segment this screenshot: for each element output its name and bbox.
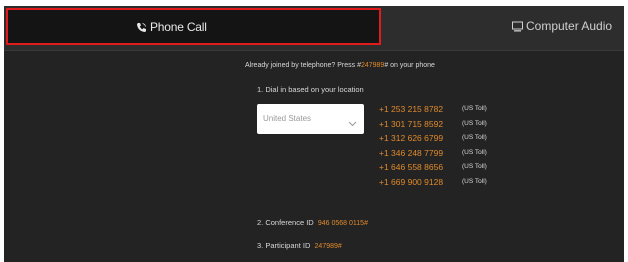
country-select[interactable]: United States <box>257 104 364 134</box>
toll-label: (US Toll) <box>462 105 487 112</box>
toll-label: (US Toll) <box>462 177 487 185</box>
phone-number[interactable]: +1 253 215 8782 <box>379 104 443 114</box>
phone-number[interactable]: +1 669 900 9128 <box>379 177 443 187</box>
toll-label: (US Toll) <box>462 163 487 170</box>
tab-phone-call[interactable]: Phone Call <box>6 8 381 45</box>
chevron-down-icon <box>348 114 357 132</box>
phone-icon <box>136 20 147 38</box>
phone-number-row: +1 301 715 8592 (US Toll) <box>379 119 529 134</box>
toll-label: (US Toll) <box>462 134 487 141</box>
phone-number-row: +1 669 900 9128 (US Toll) <box>379 177 529 192</box>
phone-number[interactable]: +1 646 558 8656 <box>379 162 443 172</box>
country-select-value: United States <box>263 114 312 123</box>
phone-number[interactable]: +1 312 626 6799 <box>379 133 443 143</box>
tab-computer-audio-label: Computer Audio <box>526 19 613 33</box>
step2-conference-id: 2. Conference ID 946 0568 0115# <box>257 218 368 227</box>
tab-divider <box>4 50 624 51</box>
phone-number-row: +1 646 558 8656 (US Toll) <box>379 162 529 177</box>
step2-label: 2. Conference ID <box>257 218 314 227</box>
phone-number-row: +1 253 215 8782 (US Toll) <box>379 104 529 119</box>
step1-label: 1. Dial in based on your location <box>257 85 364 94</box>
audio-tab-bar: Phone Call Computer Audio <box>4 6 624 50</box>
phone-number-row: +1 346 248 7799 (US Toll) <box>379 148 529 163</box>
step3-label: 3. Participant ID <box>257 241 311 250</box>
tab-phone-call-label: Phone Call <box>150 20 207 34</box>
computer-audio-icon <box>512 19 523 37</box>
already-joined-text: Already joined by telephone? Press #2479… <box>245 62 435 69</box>
toll-label: (US Toll) <box>462 119 487 127</box>
join-audio-dialog: Phone Call Computer Audio Already joined… <box>4 6 624 262</box>
phone-number[interactable]: +1 301 715 8592 <box>379 119 443 129</box>
toll-label: (US Toll) <box>462 148 487 156</box>
conference-id-value: 946 0568 0115# <box>317 220 368 227</box>
phone-number[interactable]: +1 346 248 7799 <box>379 148 443 158</box>
phone-number-row: +1 312 626 6799 (US Toll) <box>379 133 529 148</box>
participant-id-value: 247989# <box>314 243 342 250</box>
phone-number-list: +1 253 215 8782 (US Toll) +1 301 715 859… <box>379 104 529 191</box>
step3-participant-id: 3. Participant ID 247989# <box>257 241 342 250</box>
